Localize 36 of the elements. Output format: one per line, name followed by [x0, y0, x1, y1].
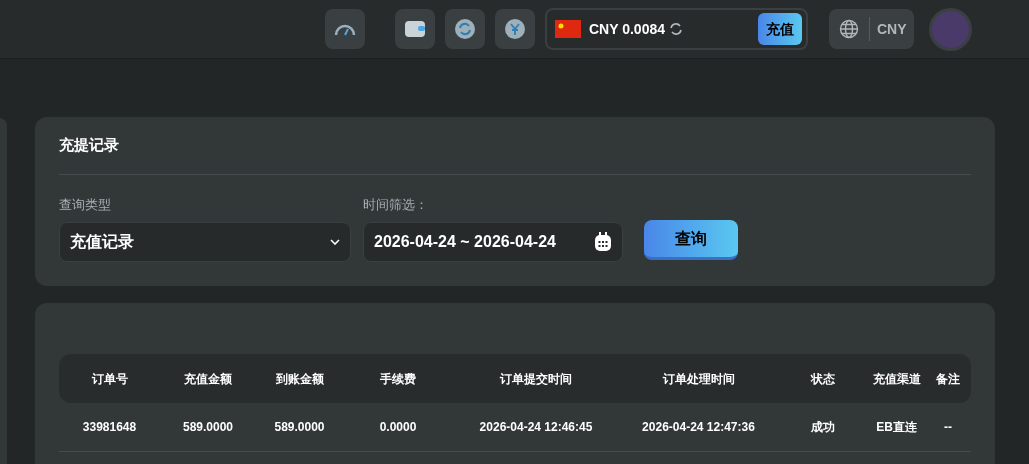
- flag-icon: [555, 20, 581, 38]
- column-header: 手续费: [380, 370, 416, 388]
- balance-amount: CNY 0.0084: [589, 19, 665, 39]
- refresh-icon[interactable]: [669, 22, 683, 36]
- table-cell-text: 成功: [811, 419, 835, 436]
- table-cell-text: 589.0000: [182, 419, 234, 436]
- table-cell-text: 0.0000: [379, 419, 417, 436]
- column-header: 备注: [936, 370, 960, 388]
- speedometer-icon[interactable]: [325, 9, 365, 49]
- column-header: 订单号: [91, 370, 128, 388]
- column-header: 充值渠道: [872, 370, 921, 388]
- column-header: 订单处理时间: [662, 370, 735, 388]
- table-cell-text: 33981648: [82, 419, 137, 436]
- table-cell-text: 2026-04-24 12:47:36: [642, 419, 755, 436]
- table-cell-text: 2026-04-24 12:46:45: [479, 419, 593, 436]
- table-cell-text: --: [944, 419, 952, 436]
- field-label: 时间筛选：: [363, 195, 429, 214]
- column-header: 充值金额: [184, 370, 232, 388]
- column-header: 订单提交时间: [500, 370, 572, 388]
- calendar-icon: [594, 232, 612, 252]
- currency-label[interactable]: CNY: [877, 18, 907, 40]
- query-type-select[interactable]: 充值记录: [59, 222, 351, 262]
- column-header: 状态: [811, 370, 835, 388]
- table-cell-text: EB直连: [876, 419, 917, 436]
- recharge-button[interactable]: 充值: [758, 13, 802, 45]
- refresh-icon[interactable]: [445, 9, 485, 49]
- card-title: 充提记录: [59, 117, 971, 175]
- table-cell-text: 589.0000: [274, 419, 325, 436]
- yen-exchange-icon[interactable]: [495, 9, 535, 49]
- date-range-field[interactable]: 2026-04-24 ~ 2026-04-24: [363, 222, 623, 262]
- query-button[interactable]: 查询: [644, 220, 738, 260]
- field-label: 查询类型: [59, 195, 112, 214]
- globe-icon[interactable]: [839, 19, 859, 39]
- wallet-icon[interactable]: [395, 9, 435, 49]
- chevron-icon: [330, 239, 340, 245]
- column-header: 到账金额: [275, 370, 324, 388]
